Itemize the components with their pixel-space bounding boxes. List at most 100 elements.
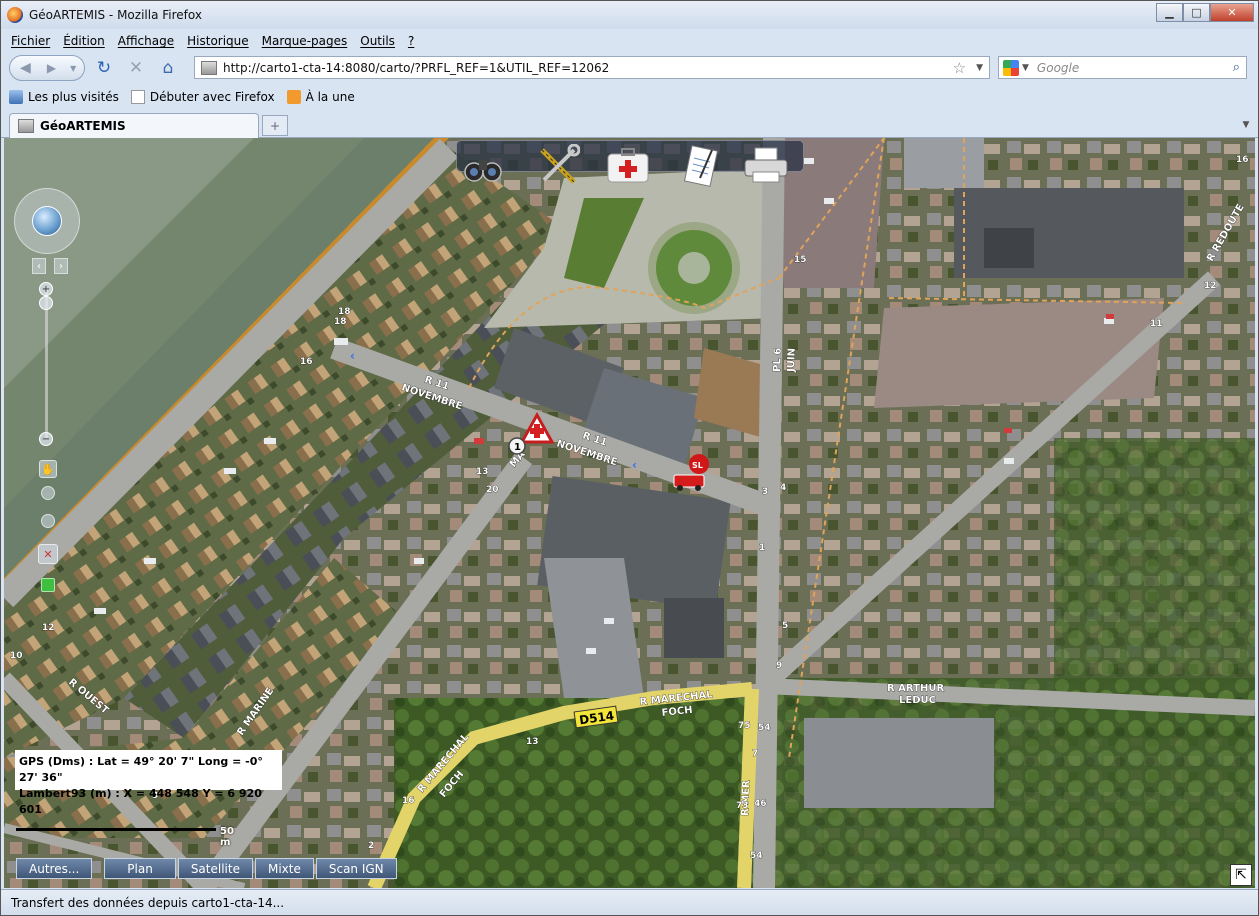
menu-fichier[interactable]: Fichier	[11, 34, 50, 48]
menu-help[interactable]: ?	[408, 34, 414, 48]
house-number: 46	[754, 799, 767, 809]
firefox-icon	[7, 7, 23, 23]
autres-button[interactable]: Autres...	[16, 858, 93, 879]
tab-list-dropdown-icon[interactable]: ▼	[1238, 115, 1254, 135]
tab-strip: GéoARTEMIS + ▼	[1, 111, 1258, 138]
tab-geoartemis[interactable]: GéoARTEMIS	[9, 113, 259, 138]
search-icon[interactable]: ⌕	[1233, 60, 1240, 75]
reload-icon[interactable]: ↻	[91, 55, 117, 81]
tab-favicon	[18, 119, 34, 133]
house-number: 54	[758, 723, 771, 733]
house-number: 16	[402, 796, 415, 806]
zoom-track[interactable]	[45, 288, 48, 438]
search-input[interactable]: Google	[1037, 61, 1233, 75]
coordinates-panel: GPS (Dms) : Lat = 49° 20' 7" Long = -0° …	[15, 750, 282, 816]
gps-coordinates: GPS (Dms) : Lat = 49° 20' 7" Long = -0° …	[19, 755, 263, 784]
stop-icon[interactable]: ✕	[123, 55, 149, 81]
bookmark-label: Débuter avec Firefox	[149, 90, 275, 104]
notepad-icon[interactable]	[676, 144, 728, 188]
bookmark-getting-started[interactable]: Débuter avec Firefox	[130, 90, 275, 104]
rotate-right-icon[interactable]: ›	[54, 258, 68, 274]
zoom-slider[interactable]: + −	[38, 282, 54, 446]
circle-tool-icon[interactable]	[41, 514, 55, 528]
pan-control[interactable]	[14, 188, 80, 254]
binoculars-icon[interactable]	[458, 144, 510, 188]
new-tab-button[interactable]: +	[262, 115, 288, 136]
bookmark-most-visited[interactable]: Les plus visités	[9, 90, 119, 104]
plan-button[interactable]: Plan	[104, 858, 176, 879]
minimize-button[interactable]: ▁	[1156, 3, 1183, 22]
rotate-left-icon[interactable]: ‹	[32, 258, 46, 274]
rotate-controls: ‹ ›	[32, 258, 68, 276]
house-number: 5	[782, 621, 788, 631]
back-button[interactable]: ◀	[10, 56, 41, 80]
scale-line	[16, 828, 216, 831]
bookmark-headlines[interactable]: À la une	[286, 90, 355, 104]
window-title: GéoARTEMIS - Mozilla Firefox	[29, 8, 202, 22]
road-label: PL 6	[772, 348, 784, 373]
tab-title: GéoARTEMIS	[40, 119, 126, 133]
direction-arrow-icon: ‹	[632, 458, 637, 472]
window-controls: ▁ □ ✕	[1156, 3, 1254, 22]
house-number: 4	[780, 483, 786, 493]
expand-corner-icon[interactable]: ⇱	[1230, 864, 1252, 886]
menu-affichage[interactable]: Affichage	[118, 34, 174, 48]
fire-truck-label: SL	[692, 461, 703, 470]
house-number: 12	[42, 623, 55, 633]
house-number: 13	[476, 467, 489, 477]
maximize-button[interactable]: □	[1183, 3, 1210, 22]
house-number: 75	[738, 721, 751, 731]
printer-icon[interactable]	[740, 144, 792, 188]
browser-window: GéoARTEMIS - Mozilla Firefox ▁ □ ✕ Fichi…	[0, 0, 1259, 916]
house-number: 15	[794, 255, 807, 265]
house-number: 11	[1150, 319, 1163, 329]
house-number: 20	[486, 485, 499, 495]
house-number: 10	[10, 651, 23, 661]
zoom-out-icon[interactable]: −	[39, 432, 53, 446]
map-viewport[interactable]: R 11 NOVEMBRE R 11 NOVEMBRE MA PL 6 JUIN…	[4, 138, 1255, 888]
forward-button[interactable]: ▶	[41, 61, 63, 75]
status-indicator-icon	[41, 578, 55, 592]
history-dropdown-icon[interactable]: ▼	[62, 64, 84, 73]
mixte-button[interactable]: Mixte	[254, 858, 314, 879]
menu-historique[interactable]: Historique	[187, 34, 249, 48]
house-number: 16	[1236, 155, 1249, 165]
search-engine-dropdown-icon[interactable]: ▼	[1022, 63, 1029, 73]
menu-edition[interactable]: Édition	[63, 34, 105, 48]
house-number: 1	[759, 543, 765, 553]
menu-outils[interactable]: Outils	[360, 34, 395, 48]
tools-icon[interactable]	[532, 144, 584, 188]
house-number: 12	[1204, 281, 1217, 291]
hand-pan-icon[interactable]: ✋	[39, 460, 57, 478]
road-label: LEDUC	[899, 695, 936, 706]
house-number: 18	[334, 317, 347, 327]
location-number-marker[interactable]: 1	[508, 437, 526, 455]
satellite-button[interactable]: Satellite	[177, 858, 253, 879]
scale-label: 50 m	[220, 826, 234, 848]
google-icon[interactable]	[1003, 59, 1019, 76]
measure-tool-icon[interactable]: ✕	[38, 544, 58, 564]
house-number: 54	[750, 851, 763, 861]
url-dropdown-icon[interactable]: ▼	[976, 63, 983, 73]
menu-marque-pages[interactable]: Marque-pages	[262, 34, 348, 48]
zoom-in-icon[interactable]: +	[39, 282, 53, 296]
status-text: Transfert des données depuis carto1-cta-…	[11, 895, 285, 910]
road-label: JUIN	[786, 348, 798, 373]
rss-icon	[286, 90, 301, 104]
url-text[interactable]: http://carto1-cta-14:8080/carto/?PRFL_RE…	[223, 61, 953, 75]
dot-tool-icon[interactable]	[41, 486, 55, 500]
globe-icon[interactable]	[32, 206, 62, 236]
zoom-handle[interactable]	[39, 296, 53, 310]
bookmark-label: À la une	[305, 90, 355, 104]
close-button[interactable]: ✕	[1210, 3, 1254, 22]
bookmark-star-icon[interactable]: ☆	[953, 59, 966, 77]
scan-ign-button[interactable]: Scan IGN	[315, 858, 397, 879]
house-number: 7	[752, 749, 758, 759]
url-bar[interactable]: http://carto1-cta-14:8080/carto/?PRFL_RE…	[194, 56, 990, 79]
search-bar[interactable]: ▼ Google ⌕	[998, 56, 1247, 79]
home-icon[interactable]: ⌂	[155, 55, 181, 81]
house-number: 2	[368, 841, 374, 851]
most-visited-icon	[9, 90, 23, 104]
first-aid-kit-icon[interactable]	[602, 144, 654, 188]
site-icon	[201, 60, 217, 75]
